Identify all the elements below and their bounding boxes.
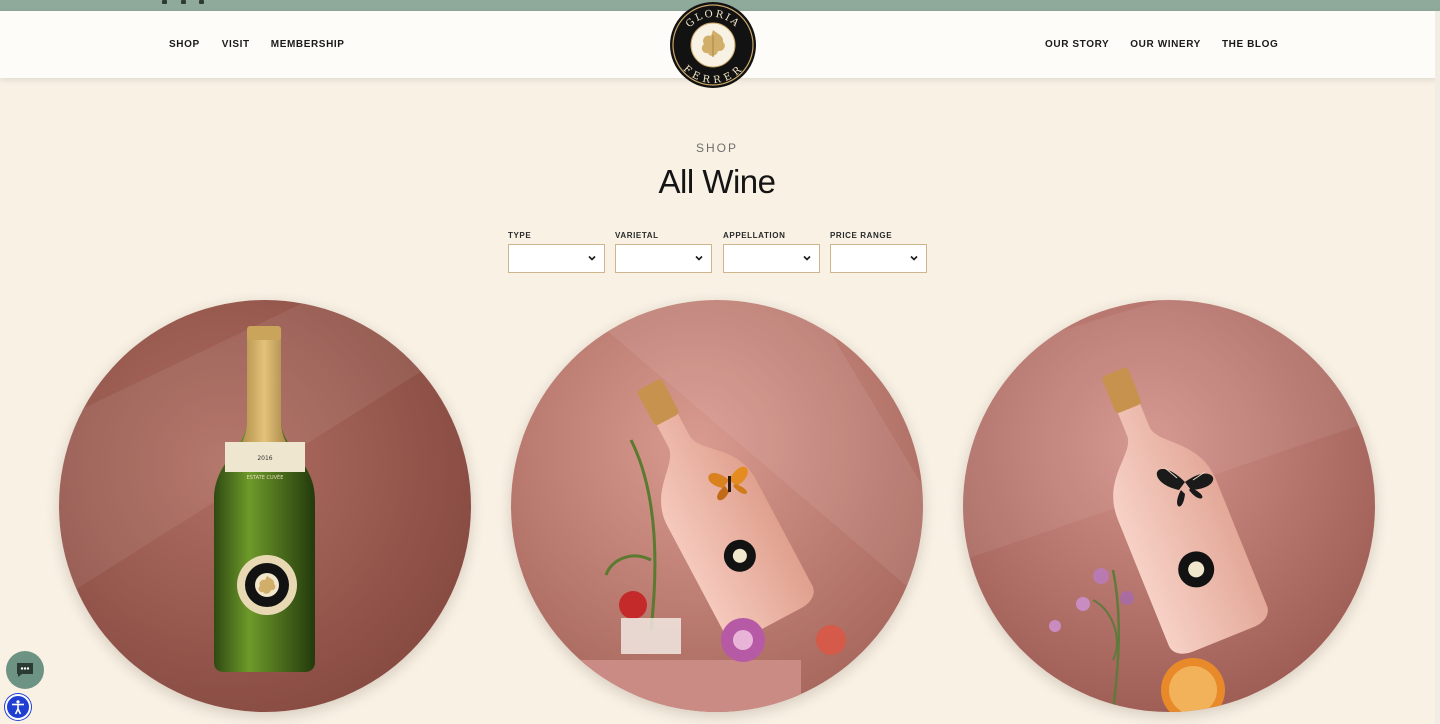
nav-visit[interactable]: VISIT [222,39,250,50]
filter-type-label: TYPE [508,231,532,240]
filter-varietal-select[interactable] [615,244,712,273]
chevron-down-icon [588,255,596,261]
filter-appellation-label: APPELLATION [723,231,786,240]
product-image-2 [511,300,923,712]
accessibility-button[interactable] [5,694,31,720]
page-scrollbar[interactable] [1435,11,1440,724]
product-card-2[interactable] [511,300,923,712]
filter-type: TYPE [508,231,605,273]
product-card-3[interactable] [963,300,1375,712]
page-eyebrow: SHOP [695,141,738,155]
social-icon-other[interactable] [199,0,204,4]
product-image-1: 2016 ESTATE CUVÉE [59,300,471,712]
nav-our-winery[interactable]: OUR WINERY [1130,39,1201,50]
nav-the-blog[interactable]: THE BLOG [1222,39,1278,50]
filter-type-select[interactable] [508,244,605,273]
product-image-3 [963,300,1375,712]
filter-varietal: VARIETAL [615,231,712,273]
filter-appellation-select[interactable] [723,244,820,273]
chat-bubble-icon [17,663,33,677]
svg-text:ESTATE CUVÉE: ESTATE CUVÉE [247,473,284,481]
gloria-ferrer-logo[interactable]: GLORIA FERRER [669,1,757,89]
filter-price-range-label: PRICE RANGE [830,231,893,240]
filter-varietal-label: VARIETAL [615,231,659,240]
svg-text:2016: 2016 [257,455,272,462]
logo-seal-icon: GLORIA FERRER [670,2,756,88]
chevron-down-icon [803,255,811,261]
social-icon-facebook[interactable] [162,0,167,4]
filter-price-range-select[interactable] [830,244,927,273]
social-icon-instagram[interactable] [181,0,186,4]
primary-nav-right: OUR STORY OUR WINERY THE BLOG [1045,39,1278,50]
chevron-down-icon [695,255,703,261]
chat-button[interactable] [6,651,44,689]
filter-appellation: APPELLATION [723,231,820,273]
nav-shop[interactable]: SHOP [169,39,200,50]
nav-membership[interactable]: MEMBERSHIP [271,39,345,50]
page-title: All Wine [658,163,776,200]
filter-price-range: PRICE RANGE [830,231,927,273]
accessibility-icon [12,700,24,715]
primary-nav-left: SHOP VISIT MEMBERSHIP [169,39,345,50]
nav-our-story[interactable]: OUR STORY [1045,39,1109,50]
chevron-down-icon [910,255,918,261]
product-card-1[interactable]: 2016 ESTATE CUVÉE [59,300,471,712]
